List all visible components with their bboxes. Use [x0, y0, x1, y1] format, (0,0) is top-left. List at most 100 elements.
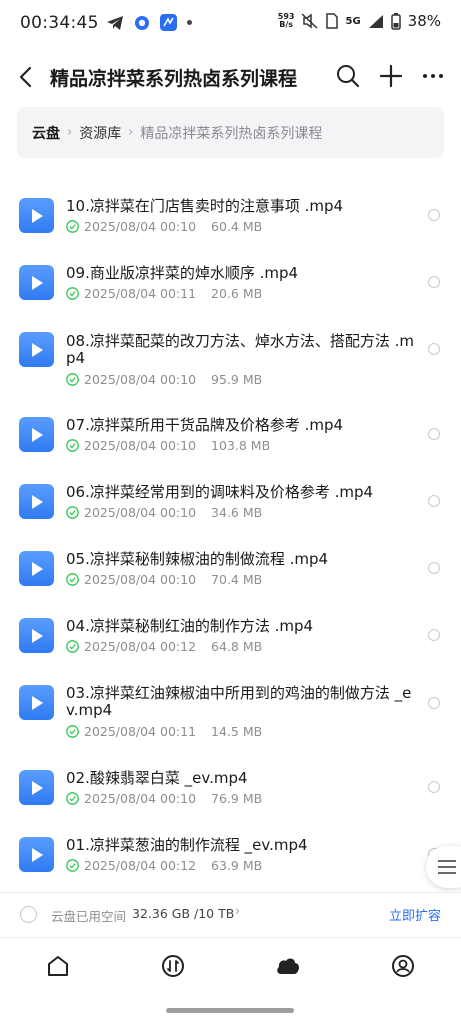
file-meta: 2025/08/04 00:11 20.6 MB: [66, 286, 262, 301]
file-date: 2025/08/04 00:10: [84, 219, 197, 234]
breadcrumb-current: 精品凉拌菜系列热卤系列课程: [140, 125, 323, 142]
storage-value: 32.36 GB /10 TB: [132, 906, 235, 921]
video-file-icon: [19, 770, 54, 805]
breadcrumb-root[interactable]: 云盘: [32, 123, 60, 143]
status-notification-icons: [106, 14, 192, 31]
breadcrumb: 云盘 › 资源库 › 精品凉拌菜系列热卤系列课程: [17, 107, 444, 158]
file-name: 06.凉拌菜经常用到的调味料及价格参考 .mp4: [66, 483, 374, 501]
file-meta: 2025/08/04 00:10 103.8 MB: [66, 438, 270, 453]
telegram-icon: [107, 15, 123, 30]
file-meta: 2025/08/04 00:11 14.5 MB: [66, 724, 262, 739]
file-size: 103.8 MB: [211, 438, 271, 453]
select-checkbox[interactable]: [428, 276, 440, 288]
file-name: 05.凉拌菜秘制辣椒油的制做流程 .mp4: [66, 550, 329, 568]
status-time: 00:34:45: [20, 13, 99, 33]
select-checkbox[interactable]: [428, 428, 440, 440]
file-name: 03.凉拌菜红油辣椒油中所用到的鸡油的制做方法 _e v.mp4: [66, 684, 412, 719]
file-meta: 2025/08/04 00:10 70.4 MB: [66, 572, 262, 587]
cloud-icon[interactable]: [275, 953, 301, 979]
file-date: 2025/08/04 00:10: [84, 791, 197, 806]
file-name: 07.凉拌菜所用干货品牌及价格参考 .mp4: [66, 416, 344, 434]
select-checkbox[interactable]: [428, 562, 440, 574]
video-file-icon: [19, 265, 54, 300]
file-size: 34.6 MB: [211, 505, 263, 520]
hamburger-menu-icon: [438, 860, 456, 874]
file-name: 08.凉拌菜配菜的改刀方法、焯水方法、搭配方法 .m p4: [66, 332, 415, 367]
select-checkbox[interactable]: [428, 209, 440, 221]
file-meta: 2025/08/04 00:12 63.9 MB: [66, 858, 262, 873]
file-size: 64.8 MB: [211, 639, 263, 654]
video-file-icon: [19, 685, 54, 720]
synced-check-icon: [66, 573, 79, 586]
storage-usage-ring-icon: [20, 906, 37, 923]
file-name: 02.酸辣翡翠白菜 _ev.mp4: [66, 769, 248, 787]
home-icon[interactable]: [45, 953, 71, 979]
gesture-bar: [166, 1008, 294, 1013]
file-meta: 2025/08/04 00:10 34.6 MB: [66, 505, 262, 520]
expand-storage-link[interactable]: 立即扩容: [389, 905, 441, 924]
more-notifications-icon: [187, 20, 192, 25]
file-date: 2025/08/04 00:10: [84, 438, 197, 453]
file-size: 14.5 MB: [211, 724, 263, 739]
file-date: 2025/08/04 00:11: [84, 724, 197, 739]
synced-check-icon: [66, 506, 79, 519]
file-size: 95.9 MB: [211, 372, 263, 387]
more-icon[interactable]: [420, 63, 446, 89]
file-size: 76.9 MB: [211, 791, 263, 806]
file-size: 60.4 MB: [211, 219, 263, 234]
profile-icon[interactable]: [390, 953, 416, 979]
synced-check-icon: [66, 287, 79, 300]
file-meta: 2025/08/04 00:10 76.9 MB: [66, 791, 262, 806]
file-meta: 2025/08/04 00:10 60.4 MB: [66, 219, 262, 234]
bottom-nav: [0, 937, 461, 999]
back-icon[interactable]: [14, 64, 40, 90]
add-icon[interactable]: [378, 63, 404, 89]
network-type: 5G: [345, 15, 361, 27]
video-file-icon: [19, 198, 54, 233]
video-file-icon: [19, 332, 54, 367]
circle-app-icon: [135, 15, 149, 30]
file-meta: 2025/08/04 00:12 64.8 MB: [66, 639, 262, 654]
file-name: 10.凉拌菜在门店售卖时的注意事项 .mp4: [66, 197, 344, 215]
net-speed: 593 B/s: [277, 12, 295, 29]
synced-check-icon: [66, 725, 79, 738]
file-size: 70.4 MB: [211, 572, 263, 587]
mute-icon: [301, 13, 318, 29]
search-icon[interactable]: [335, 63, 361, 89]
synced-check-icon: [66, 792, 79, 805]
battery-icon: [390, 12, 401, 30]
video-file-icon: [19, 837, 54, 872]
file-date: 2025/08/04 00:12: [84, 858, 197, 873]
floating-menu-button[interactable]: [426, 846, 461, 888]
chevron-right-icon: ›: [67, 125, 73, 140]
battery-level: 38%: [407, 12, 441, 30]
sim-icon: [326, 13, 339, 29]
file-meta: 2025/08/04 00:10 95.9 MB: [66, 372, 262, 387]
file-size: 20.6 MB: [211, 286, 263, 301]
file-date: 2025/08/04 00:10: [84, 505, 197, 520]
storage-label: 云盘已用空间: [51, 909, 127, 924]
file-name: 01.凉拌菜葱油的制作流程 _ev.mp4: [66, 836, 308, 854]
select-checkbox[interactable]: [428, 697, 440, 709]
file-date: 2025/08/04 00:12: [84, 639, 197, 654]
select-checkbox[interactable]: [428, 629, 440, 641]
synced-check-icon: [66, 640, 79, 653]
header: 精品凉拌菜系列热卤系列课程: [0, 52, 461, 102]
cloud-app-icon: [160, 14, 177, 31]
synced-check-icon: [66, 439, 79, 452]
file-name: 04.凉拌菜秘制红油的制作方法 .mp4: [66, 617, 314, 635]
transfer-icon[interactable]: [160, 953, 186, 979]
select-checkbox[interactable]: [428, 495, 440, 507]
signal-icon: [368, 14, 383, 28]
file-date: 2025/08/04 00:10: [84, 372, 197, 387]
file-date: 2025/08/04 00:10: [84, 572, 197, 587]
file-date: 2025/08/04 00:11: [84, 286, 197, 301]
breadcrumb-resource-library[interactable]: 资源库: [79, 123, 121, 143]
synced-check-icon: [66, 220, 79, 233]
video-file-icon: [19, 618, 54, 653]
select-checkbox[interactable]: [428, 343, 440, 355]
storage-bar[interactable]: 云盘已用空间 32.36 GB /10 TB › 立即扩容: [0, 892, 461, 938]
page-title: 精品凉拌菜系列热卤系列课程: [50, 68, 298, 90]
chevron-right-icon: ›: [128, 125, 134, 140]
select-checkbox[interactable]: [428, 781, 440, 793]
